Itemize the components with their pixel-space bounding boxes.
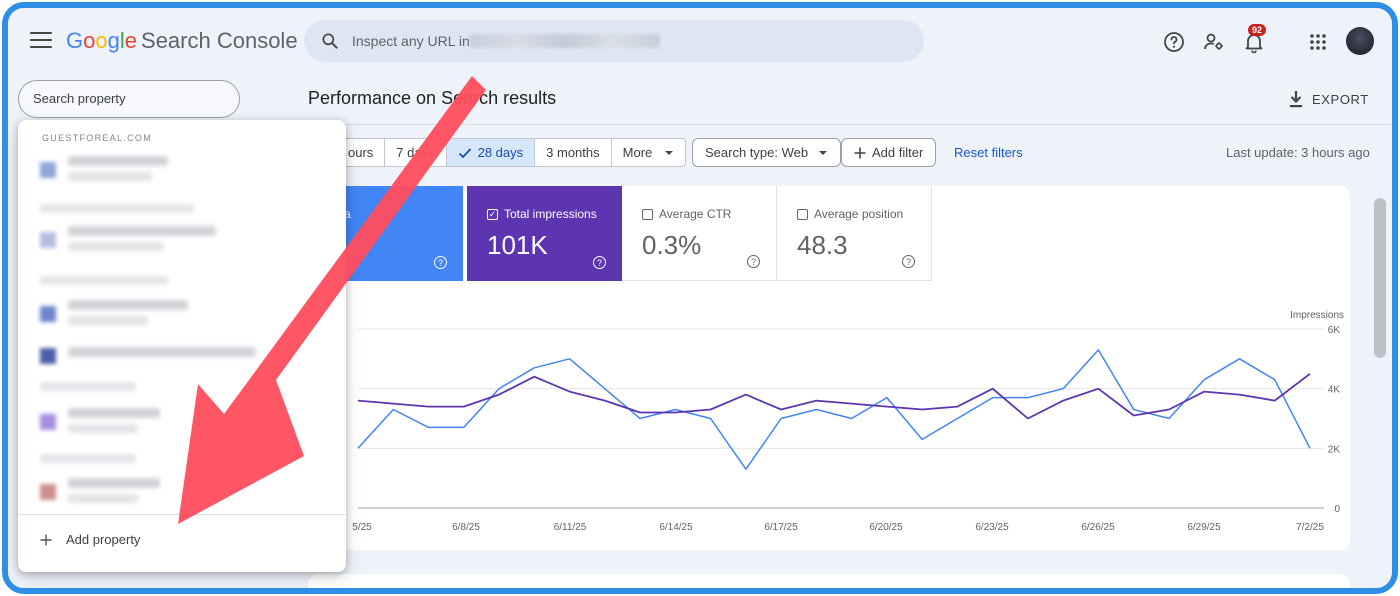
plus-icon [40, 534, 52, 546]
url-inspection-search[interactable]: Inspect any URL in [304, 20, 924, 62]
logo-letter: o [83, 28, 95, 53]
y-tick-label: 2K [1328, 444, 1341, 455]
apps-icon[interactable] [1306, 30, 1330, 54]
dropdown-divider [18, 514, 346, 515]
help-icon[interactable]: ? [593, 256, 606, 269]
property-search-placeholder: Search property [33, 91, 126, 106]
x-tick-label: 6/23/25 [975, 522, 1009, 533]
search-icon [320, 31, 340, 51]
notification-count-badge: 92 [1248, 24, 1266, 36]
last-update-text: Last update: 3 hours ago [1226, 145, 1370, 160]
y-tick-label: 0 [1334, 504, 1340, 515]
export-label: EXPORT [1312, 92, 1369, 107]
page-scrollbar[interactable] [1374, 198, 1386, 358]
average-position-metric[interactable]: Average position 48.3 ? [777, 186, 932, 281]
logo-letter: G [66, 28, 83, 53]
add-property-label: Add property [66, 532, 140, 547]
google-search-console-logo[interactable]: GoogleSearch Console [66, 28, 298, 54]
x-tick-label: 6/8/25 [452, 522, 480, 533]
help-icon[interactable]: ? [434, 256, 447, 269]
date-range-selector: ours 7 days 28 days 3 months More [336, 138, 686, 167]
checkbox-unchecked-icon[interactable] [642, 209, 653, 220]
date-range-option-selected[interactable]: 28 days [447, 139, 536, 166]
help-icon[interactable]: ? [902, 255, 915, 268]
x-tick-label: 5/25 [352, 522, 372, 533]
add-filter-button[interactable]: Add filter [841, 138, 936, 167]
date-range-option[interactable]: 3 months [535, 139, 611, 166]
plus-icon [854, 147, 866, 159]
dropdown-section-header: GUESTFOREAL.COM [42, 133, 152, 143]
hamburger-menu-icon[interactable] [30, 32, 52, 50]
search-console-app: GoogleSearch Console Inspect any URL in … [8, 8, 1392, 588]
redacted-property-url [470, 34, 660, 48]
account-avatar[interactable] [1346, 27, 1374, 55]
add-filter-label: Add filter [872, 145, 923, 160]
metric-label: Average position [814, 207, 903, 221]
logo-letter: g [108, 28, 120, 53]
y-tick-label: 6K [1328, 325, 1341, 336]
help-icon[interactable] [1162, 30, 1186, 54]
redacted-section-header [40, 204, 194, 213]
more-dates-dropdown[interactable]: More [612, 139, 686, 166]
header-divider [304, 124, 1392, 125]
x-tick-label: 6/20/25 [869, 522, 903, 533]
performance-chart: 6K 4K 2K 0 Impressions 5/25 6/8/25 6/11/25 6/14/… [308, 296, 1350, 536]
manage-users-icon[interactable] [1202, 30, 1226, 54]
screenshot-frame: GoogleSearch Console Inspect any URL in … [2, 2, 1398, 594]
add-property-button[interactable]: Add property [40, 532, 140, 547]
lower-card [308, 574, 1350, 594]
metric-value: 48.3 [797, 230, 848, 261]
search-placeholder: Inspect any URL in [352, 33, 470, 49]
date-range-option[interactable]: 7 days [385, 139, 446, 166]
more-label: More [623, 145, 653, 160]
search-type-label: Search type: Web [705, 145, 808, 160]
performance-card: Tota ? ✓Total impressions 101K ? Average… [308, 186, 1350, 550]
export-button[interactable]: EXPORT [1288, 86, 1369, 112]
product-name: Search Console [141, 28, 298, 53]
x-tick-label: 6/29/25 [1187, 522, 1221, 533]
x-tick-label: 6/17/25 [764, 522, 798, 533]
top-bar: GoogleSearch Console Inspect any URL in … [8, 8, 1392, 78]
dropdown-arrow-icon [664, 150, 674, 156]
metric-label: Average CTR [659, 207, 731, 221]
y-tick-label: 4K [1328, 385, 1341, 396]
x-tick-label: 6/14/25 [659, 522, 693, 533]
series-line-impressions [358, 374, 1310, 419]
selected-range-label: 28 days [478, 145, 524, 160]
x-tick-label: 7/2/25 [1296, 522, 1324, 533]
page-title: Performance on Search results [308, 88, 556, 109]
metric-label: Total impressions [504, 207, 597, 221]
help-icon[interactable]: ? [747, 255, 760, 268]
check-icon [458, 147, 472, 159]
total-impressions-metric[interactable]: ✓ Total impressions 101K ? [467, 186, 622, 281]
search-type-filter[interactable]: Search type: Web [692, 138, 841, 167]
dropdown-arrow-icon [818, 150, 828, 156]
metric-value: 0.3% [642, 230, 701, 261]
redacted-section-header [40, 276, 168, 285]
property-selector-dropdown: GUESTFOREAL.COM Add property [18, 120, 346, 572]
average-ctr-metric[interactable]: Average CTR 0.3% ? [622, 186, 777, 281]
logo-letter: e [125, 28, 137, 53]
x-tick-label: 6/11/25 [554, 522, 587, 533]
logo-letter: o [95, 28, 107, 53]
checkbox-checked-icon[interactable]: ✓ [487, 209, 498, 220]
redacted-section-header [40, 382, 136, 391]
x-tick-label: 6/26/25 [1081, 522, 1115, 533]
reset-filters-link[interactable]: Reset filters [954, 145, 1023, 160]
y-axis-label: Impressions [1290, 310, 1344, 321]
property-search-input[interactable]: Search property [18, 80, 240, 118]
metric-value: 101K [487, 230, 548, 261]
checkbox-unchecked-icon[interactable] [797, 209, 808, 220]
download-icon [1288, 90, 1304, 108]
redacted-section-header [40, 454, 136, 463]
